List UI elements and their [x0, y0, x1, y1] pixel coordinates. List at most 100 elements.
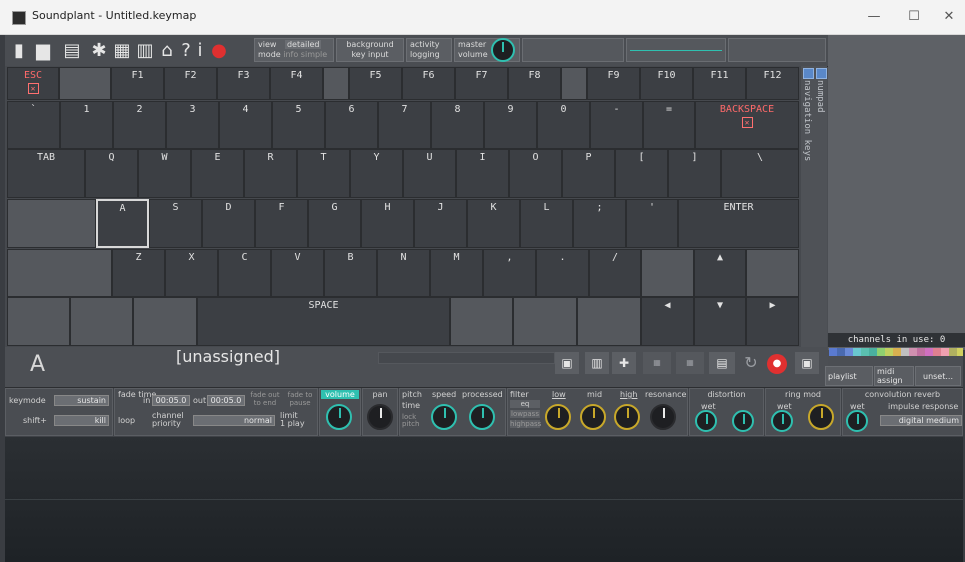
unassign-icon[interactable]: ✕: [27, 83, 39, 94]
key-n[interactable]: N: [377, 249, 430, 297]
key-s[interactable]: S: [149, 199, 202, 248]
key-k[interactable]: K: [467, 199, 520, 248]
view-detailed-option[interactable]: detailed: [284, 40, 322, 49]
key-backslash[interactable]: \: [721, 149, 799, 198]
fade-out-field[interactable]: 00:05.0: [207, 395, 245, 406]
key-t[interactable]: T: [297, 149, 350, 198]
key-left-win[interactable]: [70, 297, 133, 346]
processed-knob[interactable]: [469, 404, 495, 430]
filter-eq-option[interactable]: eq: [510, 400, 540, 408]
key-right-win[interactable]: [513, 297, 577, 346]
color-swatch[interactable]: [837, 348, 845, 356]
color-swatch[interactable]: [933, 348, 941, 356]
limit-play-toggle[interactable]: limit 1 play: [280, 412, 314, 428]
key-left-alt[interactable]: [133, 297, 197, 346]
filter-lowpass-option[interactable]: lowpass: [510, 410, 540, 418]
home-icon[interactable]: ⌂: [156, 40, 178, 62]
waveform-icon[interactable]: ▤: [709, 352, 735, 374]
key-caps[interactable]: [7, 199, 96, 248]
key-x[interactable]: X: [165, 249, 218, 297]
open-folder-icon[interactable]: ▣: [555, 352, 579, 374]
ring-mod-wet-knob[interactable]: [771, 410, 793, 432]
key-f10[interactable]: F10: [640, 67, 693, 100]
key-u[interactable]: U: [403, 149, 456, 198]
volume-knob[interactable]: [326, 404, 352, 430]
key-8[interactable]: 8: [431, 101, 484, 149]
color-swatch[interactable]: [877, 348, 885, 356]
key-space[interactable]: SPACE: [197, 297, 450, 346]
key-6[interactable]: 6: [325, 101, 378, 149]
color-swatch[interactable]: [949, 348, 957, 356]
lock-pitch-toggle[interactable]: lock pitch: [402, 414, 419, 428]
channel-priority-select[interactable]: normal: [193, 415, 275, 426]
add-icon[interactable]: ✚: [612, 352, 636, 374]
key-3[interactable]: 3: [166, 101, 219, 149]
key-f9[interactable]: F9: [587, 67, 640, 100]
key-right-arrow[interactable]: ▶: [746, 297, 799, 346]
new-file-icon[interactable]: ▮: [8, 40, 30, 62]
key-4[interactable]: 4: [219, 101, 272, 149]
key-comma[interactable]: ,: [483, 249, 536, 297]
key-9[interactable]: 9: [484, 101, 537, 149]
impulse-response-select[interactable]: digital medium: [880, 415, 962, 426]
key-q[interactable]: Q: [85, 149, 138, 198]
color-swatch[interactable]: [869, 348, 877, 356]
view-mode-group[interactable]: view detailed mode info simple: [254, 38, 334, 62]
key-right-alt[interactable]: [450, 297, 513, 346]
key-y[interactable]: Y: [350, 149, 403, 198]
key-c[interactable]: C: [218, 249, 271, 297]
key-esc[interactable]: ESC ✕: [7, 67, 59, 100]
key-f6[interactable]: F6: [402, 67, 455, 100]
key-w[interactable]: W: [138, 149, 191, 198]
key-5[interactable]: 5: [272, 101, 325, 149]
key-equals[interactable]: =: [643, 101, 695, 149]
high-knob[interactable]: [614, 404, 640, 430]
keyboard-icon[interactable]: ▦: [110, 40, 134, 62]
reverb-wet-knob[interactable]: [846, 410, 868, 432]
numpad-toggle[interactable]: [816, 68, 827, 79]
color-swatch[interactable]: [845, 348, 853, 356]
key-f11[interactable]: F11: [693, 67, 746, 100]
key-f5[interactable]: F5: [349, 67, 402, 100]
key-7[interactable]: 7: [378, 101, 431, 149]
key-f3[interactable]: F3: [217, 67, 270, 100]
record-icon[interactable]: ●: [208, 40, 230, 62]
loop-toggle[interactable]: loop: [118, 416, 135, 425]
help-icon[interactable]: ?: [178, 40, 194, 62]
fade-to-pause-toggle[interactable]: fade to pause: [285, 391, 315, 407]
assigned-sound-name[interactable]: [unassigned]: [78, 347, 378, 369]
key-v[interactable]: V: [271, 249, 324, 297]
color-swatch[interactable]: [853, 348, 861, 356]
key-o[interactable]: O: [509, 149, 562, 198]
color-swatch[interactable]: [909, 348, 917, 356]
activity-logging-toggle[interactable]: activity logging: [406, 38, 452, 62]
refresh-icon[interactable]: ↻: [739, 352, 763, 374]
key-f[interactable]: F: [255, 199, 308, 248]
key-f2[interactable]: F2: [164, 67, 217, 100]
delete-icon[interactable]: ▣: [795, 352, 819, 374]
key-left-ctrl[interactable]: [7, 297, 70, 346]
key-h[interactable]: H: [361, 199, 414, 248]
key-left-shift[interactable]: [7, 249, 112, 297]
view-info-option[interactable]: info: [283, 50, 298, 59]
key-b[interactable]: B: [324, 249, 377, 297]
key-f12[interactable]: F12: [746, 67, 799, 100]
sync-icon[interactable]: ▦: [676, 352, 704, 374]
fade-out-to-end-toggle[interactable]: fade out to end: [248, 391, 282, 407]
key-f1[interactable]: F1: [111, 67, 164, 100]
save-icon[interactable]: ▥: [585, 352, 609, 374]
color-swatch[interactable]: [861, 348, 869, 356]
key-a[interactable]: A: [96, 199, 149, 248]
key-z[interactable]: Z: [112, 249, 165, 297]
master-volume-knob[interactable]: [491, 38, 515, 62]
record-icon[interactable]: ●: [767, 354, 787, 374]
distortion-amount-knob[interactable]: [732, 410, 754, 432]
key-right-bracket[interactable]: ]: [668, 149, 721, 198]
color-swatch[interactable]: [917, 348, 925, 356]
midi-unset-button[interactable]: unset...: [915, 366, 961, 386]
key-i[interactable]: I: [456, 149, 509, 198]
color-swatch[interactable]: [885, 348, 893, 356]
distortion-wet-knob[interactable]: [695, 410, 717, 432]
background-key-input-toggle[interactable]: background key input: [336, 38, 404, 62]
key-tab[interactable]: TAB: [7, 149, 85, 198]
